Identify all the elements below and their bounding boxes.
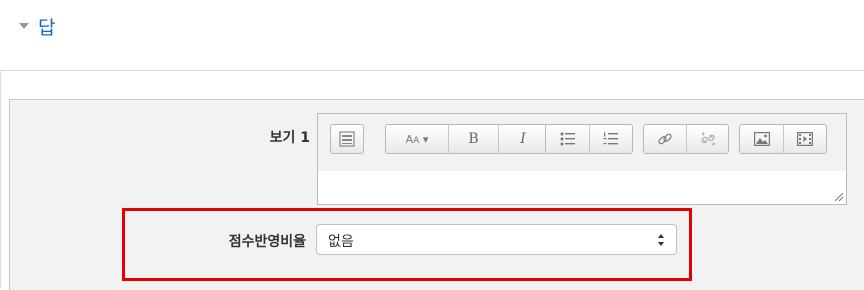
- toolbar-toggle-button[interactable]: [331, 125, 363, 153]
- italic-icon: I: [520, 131, 526, 147]
- media-button[interactable]: [783, 125, 826, 153]
- toolbar-group-links: [643, 124, 729, 154]
- toolbar-group-lists: [545, 124, 633, 154]
- image-button[interactable]: [740, 125, 783, 153]
- italic-button[interactable]: I: [498, 125, 547, 153]
- unlink-icon: [700, 131, 715, 146]
- font-style-button[interactable]: AA ▾: [386, 125, 448, 153]
- toolbar-toggle-icon: [339, 131, 355, 147]
- choice-label: 보기 1: [269, 130, 310, 146]
- unlink-button[interactable]: [686, 125, 728, 153]
- chevron-down-icon[interactable]: [19, 23, 29, 29]
- unordered-list-icon: [560, 132, 575, 146]
- editor-toolbar: AA ▾ B I: [318, 114, 846, 172]
- image-icon: [753, 132, 770, 146]
- choice-editor: AA ▾ B I: [317, 113, 847, 205]
- media-icon: [797, 132, 813, 146]
- section-title[interactable]: 답: [38, 13, 55, 40]
- ordered-list-button[interactable]: [589, 125, 632, 153]
- link-button[interactable]: [644, 125, 686, 153]
- ordered-list-icon: [603, 132, 618, 145]
- unordered-list-button[interactable]: [546, 125, 589, 153]
- link-icon: [658, 133, 672, 145]
- toolbar-group-text: AA ▾ B I: [385, 124, 548, 154]
- answers-section-header[interactable]: 답: [0, 0, 864, 71]
- toolbar-group-toggle: [330, 124, 364, 154]
- toolbar-group-media: [739, 124, 827, 154]
- font-style-icon: AA ▾: [405, 132, 429, 146]
- bold-icon: B: [468, 131, 479, 147]
- highlight-box: [122, 208, 692, 281]
- editor-content-area[interactable]: [318, 171, 846, 204]
- bold-button[interactable]: B: [448, 125, 498, 153]
- resize-grip-icon[interactable]: [834, 192, 844, 202]
